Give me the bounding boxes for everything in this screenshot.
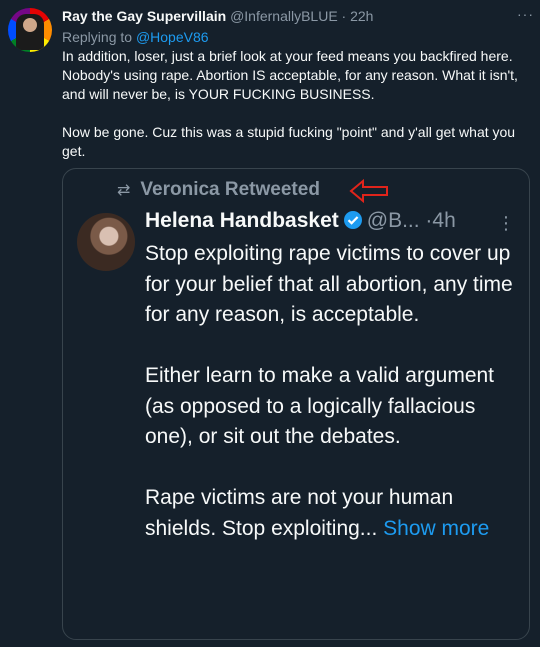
separator-dot: · <box>341 8 347 24</box>
quoted-tweet-card[interactable]: ⇄ Veronica Retweeted Helena Handbasket @B… <box>62 168 530 640</box>
embed-text-body: Stop exploiting rape victims to cover up… <box>145 242 513 540</box>
embed-avatar[interactable] <box>77 213 135 271</box>
more-icon[interactable]: ··· <box>517 6 534 22</box>
retweet-context: ⇄ Veronica Retweeted <box>117 179 320 203</box>
avatar[interactable] <box>8 8 52 52</box>
tweet-header: Ray the Gay Supervillain @InfernallyBLUE… <box>62 8 530 28</box>
replying-to: Replying to @HopeV86 <box>62 29 209 45</box>
show-more-link[interactable]: Show more <box>383 517 489 540</box>
replying-handle-link[interactable]: @HopeV86 <box>136 29 209 45</box>
embed-tweet-text: Stop exploiting rape victims to cover up… <box>145 239 521 544</box>
retweeted-by-label[interactable]: Veronica Retweeted <box>140 179 320 200</box>
embed-more-icon[interactable]: ⋮ <box>497 213 515 234</box>
embed-timestamp[interactable]: 4h <box>432 209 455 232</box>
avatar-face <box>23 18 37 32</box>
retweet-icon: ⇄ <box>117 182 131 199</box>
timestamp[interactable]: 22h <box>350 8 373 24</box>
embed-author-name[interactable]: Helena Handbasket <box>145 209 339 232</box>
embed-author-handle[interactable]: @B... <box>367 209 420 232</box>
tweet[interactable]: Ray the Gay Supervillain @InfernallyBLUE… <box>0 0 540 647</box>
replying-prefix: Replying to <box>62 29 136 45</box>
red-arrow-annotation <box>349 179 388 203</box>
verified-badge-icon <box>343 211 362 229</box>
author-name[interactable]: Ray the Gay Supervillain <box>62 8 226 24</box>
tweet-text: In addition, loser, just a brief look at… <box>62 48 518 159</box>
embed-header: Helena Handbasket @B... ·4h <box>145 209 456 239</box>
author-handle[interactable]: @InfernallyBLUE <box>230 8 338 24</box>
